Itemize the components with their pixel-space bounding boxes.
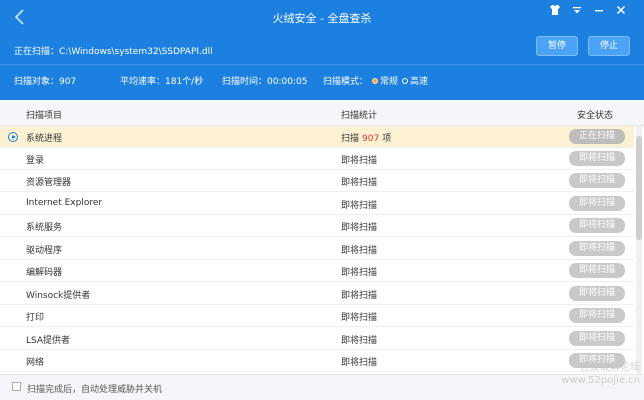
- row-name: 打印: [26, 313, 45, 323]
- row-name: Internet Explorer: [26, 198, 103, 208]
- table-row[interactable]: Internet Explorer 即将扫描 即将扫描: [0, 193, 634, 215]
- watermark-line2: www.52pojie.cn: [561, 375, 640, 386]
- row-name: 网络: [26, 358, 45, 368]
- watermark-line1: 吾爱破解论坛: [580, 362, 640, 373]
- table-row[interactable]: 驱动程序 即将扫描 即将扫描: [0, 238, 634, 260]
- status-badge: 即将扫描: [569, 218, 625, 233]
- scan-path: 正在扫描：C:\Windows\system32\SSDPAPI.dll: [14, 47, 213, 57]
- row-name: 系统进程: [26, 134, 63, 144]
- table-row[interactable]: 编解码器 即将扫描 即将扫描: [0, 260, 634, 282]
- row-stat: 扫描 907 项: [341, 131, 391, 144]
- row-stat: 即将扫描: [341, 201, 378, 211]
- table-row[interactable]: 系统服务 即将扫描 即将扫描: [0, 215, 634, 237]
- shirt-icon[interactable]: [548, 4, 562, 18]
- arrow-circle-icon: [8, 132, 18, 142]
- table-row[interactable]: 资源管理器 即将扫描 即将扫描: [0, 170, 634, 192]
- scan-speed: 平均速率：181个/秒: [120, 77, 204, 87]
- column-state: 安全状态: [577, 111, 614, 121]
- row-name: Winsock提供者: [26, 291, 91, 301]
- row-name: 登录: [26, 156, 45, 166]
- column-stat: 扫描统计: [341, 111, 378, 121]
- row-stat: 即将扫描: [341, 178, 378, 188]
- row-stat: 即将扫描: [341, 291, 378, 301]
- scan-objects: 扫描对象：907: [14, 77, 77, 87]
- mode-normal-label[interactable]: 常规: [380, 77, 398, 87]
- header: 火绒安全 - 全盘查杀 正在扫描：C:\Windows\system32\SSD…: [0, 0, 644, 100]
- mode-fast-label[interactable]: 高速: [410, 77, 428, 87]
- mode-fast-radio[interactable]: [402, 77, 409, 84]
- row-stat: 即将扫描: [341, 223, 378, 233]
- row-name: 编解码器: [26, 268, 63, 278]
- menu-icon[interactable]: [570, 4, 584, 18]
- watermark: 吾爱破解论坛 www.52pojie.cn: [554, 361, 640, 387]
- row-stat: 即将扫描: [341, 336, 378, 346]
- row-stat: 即将扫描: [341, 313, 378, 323]
- column-item: 扫描项目: [26, 111, 63, 121]
- row-name: LSA提供者: [26, 336, 71, 346]
- status-badge: 即将扫描: [569, 196, 625, 211]
- scan-time: 扫描时间：00:00:05: [222, 77, 308, 87]
- auto-shutdown-label[interactable]: 扫描完成后，自动处理威胁并关机: [27, 382, 162, 395]
- row-name: 系统服务: [26, 223, 63, 233]
- table-row[interactable]: 系统进程 扫描 907 项 正在扫描: [0, 126, 634, 148]
- row-stat: 即将扫描: [341, 268, 378, 278]
- table-row[interactable]: Winsock提供者 即将扫描 即将扫描: [0, 283, 634, 305]
- mode-normal-radio[interactable]: [372, 77, 379, 84]
- footer: 扫描完成后，自动处理威胁并关机: [0, 374, 644, 400]
- close-icon[interactable]: [614, 4, 628, 18]
- column-header: 扫描项目 扫描统计 安全状态: [0, 100, 644, 126]
- scan-mode: 扫描模式： 常规 高速: [323, 74, 428, 87]
- table-row[interactable]: LSA提供者 即将扫描 即将扫描: [0, 328, 634, 350]
- scroll-thumb[interactable]: [636, 136, 642, 240]
- status-badge: 即将扫描: [569, 241, 625, 256]
- scan-list: 系统进程 扫描 907 项 正在扫描 登录 即将扫描 即将扫描 资源管理器 即将扫描…: [0, 126, 634, 374]
- pause-button[interactable]: 暂停: [536, 36, 578, 56]
- row-stat-suffix: 项: [382, 134, 392, 144]
- table-row[interactable]: 网络 即将扫描 即将扫描: [0, 350, 634, 372]
- row-stat: 即将扫描: [341, 358, 378, 368]
- status-badge: 即将扫描: [569, 308, 625, 323]
- row-stat-count: 907: [362, 134, 380, 144]
- row-name: 驱动程序: [26, 246, 63, 256]
- status-badge: 即将扫描: [569, 331, 625, 346]
- status-badge: 即将扫描: [569, 263, 625, 278]
- row-stat-prefix: 扫描: [341, 134, 360, 144]
- status-badge: 即将扫描: [569, 173, 625, 188]
- status-badge: 正在扫描: [569, 129, 625, 144]
- scrollbar[interactable]: [636, 126, 642, 374]
- status-badge: 即将扫描: [569, 151, 625, 166]
- row-stat: 即将扫描: [341, 246, 378, 256]
- status-badge: 即将扫描: [569, 286, 625, 301]
- scan-mode-label: 扫描模式：: [323, 77, 369, 87]
- title-bar: 火绒安全 - 全盘查杀: [0, 0, 644, 34]
- row-name: 资源管理器: [26, 178, 72, 188]
- stop-button[interactable]: 停止: [588, 36, 630, 56]
- header-divider: [0, 64, 644, 65]
- row-stat: 即将扫描: [341, 156, 378, 166]
- table-row[interactable]: 打印 即将扫描 即将扫描: [0, 305, 634, 327]
- minimize-icon[interactable]: [592, 4, 606, 18]
- auto-shutdown-checkbox[interactable]: [12, 382, 21, 391]
- table-row[interactable]: 登录 即将扫描 即将扫描: [0, 148, 634, 170]
